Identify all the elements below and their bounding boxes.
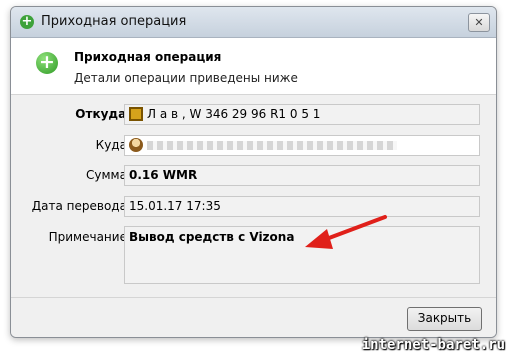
dialog-footer: Закрыть [11,297,496,337]
site-watermark: internet-baret.ru [361,337,505,353]
user-icon [129,138,143,152]
amount-value: 0.16 WMR [129,168,198,182]
date-value: 15.01.17 17:35 [129,199,221,213]
dialog-header: + Приходная операция Детали операции при… [11,38,496,95]
to-field[interactable] [124,135,480,156]
from-field[interactable]: Л а в , W 346 29 96 R1 0 5 1 [124,104,480,125]
window-title: Приходная операция [41,14,187,29]
note-label: Примечание: [48,230,131,244]
to-value-redacted [147,141,397,150]
purse-icon [129,107,143,121]
from-label: Откуда: [75,107,131,121]
amount-field[interactable]: 0.16 WMR [124,165,480,186]
from-value: Л а в , W 346 29 96 R1 0 5 1 [147,107,321,121]
header-subtitle: Детали операции приведены ниже [74,71,298,85]
note-field[interactable]: Вывод средств с Vizona [124,226,480,284]
plus-icon: + [20,14,34,29]
close-icon[interactable]: ✕ [468,13,490,32]
add-circle-icon: + [36,52,58,74]
header-title: Приходная операция [74,50,222,64]
date-label: Дата перевода: [31,199,131,213]
red-arrow-icon [305,215,387,249]
transaction-dialog: + Приходная операция ✕ + Приходная опера… [10,6,497,338]
title-bar[interactable]: + Приходная операция ✕ [11,7,496,38]
date-field[interactable]: 15.01.17 17:35 [124,196,480,217]
note-value: Вывод средств с Vizona [129,230,295,244]
close-button[interactable]: Закрыть [407,307,482,331]
